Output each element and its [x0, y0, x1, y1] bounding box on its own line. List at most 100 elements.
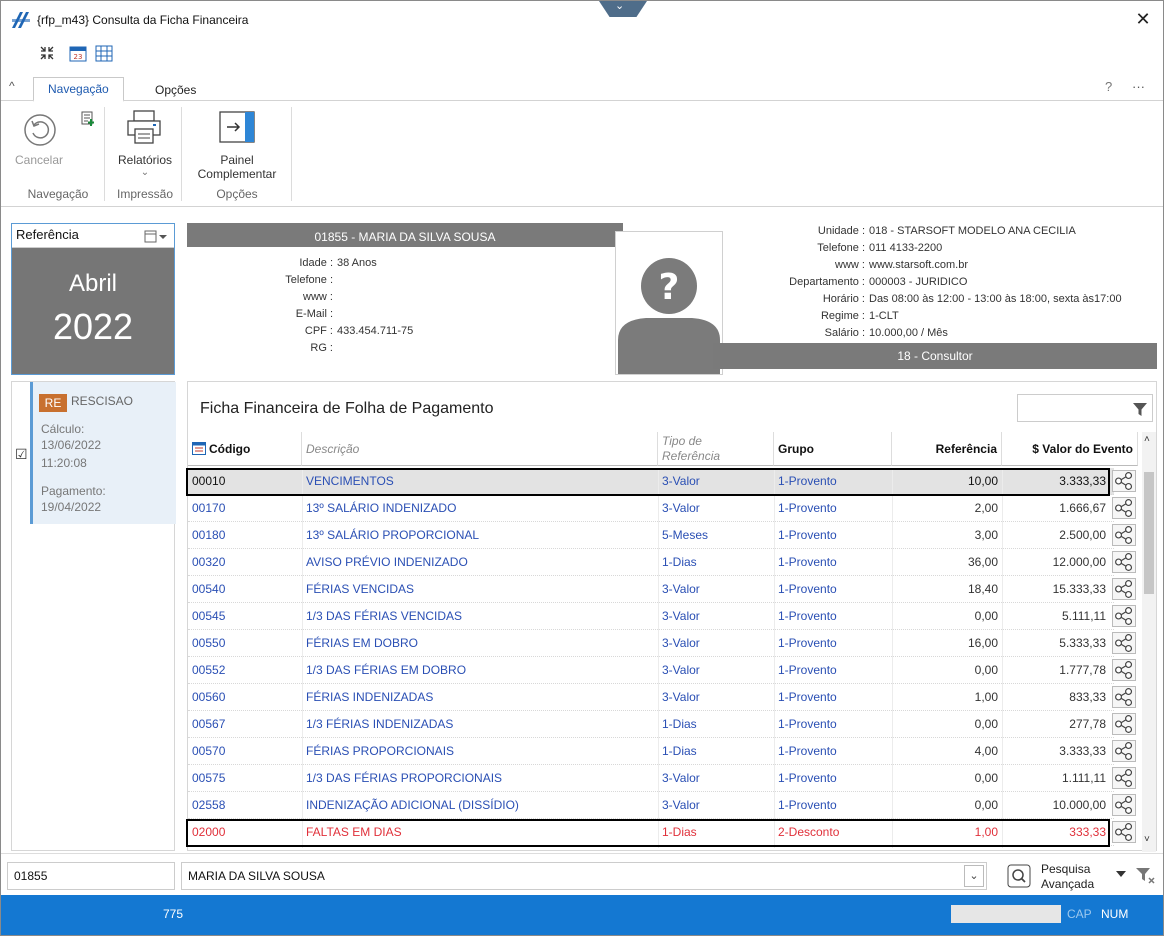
- label-email: E-Mail :: [295, 308, 333, 320]
- reference-label: Referência: [16, 227, 79, 242]
- cell-tipo-referencia: 3-Valor: [662, 798, 700, 812]
- label-idade: Idade :: [299, 257, 333, 269]
- ribbon-minimize-icon[interactable]: ^: [9, 79, 15, 93]
- cell-referencia: 18,40: [967, 582, 998, 596]
- title-bar: {rfp_m43} Consulta da Ficha Financeira ⌄…: [1, 1, 1163, 39]
- label-rg: RG :: [310, 342, 333, 354]
- table-row[interactable]: 00540 FÉRIAS VENCIDAS 3-Valor 1-Provento 18,…: [188, 576, 1136, 603]
- table-row[interactable]: 00180 13º SALÁRIO PROPORCIONAL 5-Meses 1-Pr…: [188, 522, 1136, 549]
- share-icon[interactable]: [1112, 713, 1136, 735]
- share-icon[interactable]: [1112, 632, 1136, 654]
- share-icon[interactable]: [1112, 659, 1136, 681]
- caret-down-icon[interactable]: [1115, 868, 1127, 880]
- advanced-search-button[interactable]: Pesquisa Avançada: [1007, 860, 1107, 892]
- group-label-navegacao: Navegação: [27, 187, 89, 201]
- cancel-button[interactable]: Cancelar: [11, 153, 67, 167]
- calculation-checkbox[interactable]: ☑: [15, 446, 28, 463]
- tab-navegacao[interactable]: Navegação: [33, 77, 124, 102]
- undo-circle-icon[interactable]: [23, 113, 57, 147]
- header-tipo-line1: Tipo de: [662, 434, 702, 448]
- header-referencia[interactable]: Referência: [892, 432, 1002, 466]
- scroll-down-icon[interactable]: ˅: [1144, 834, 1150, 845]
- cell-descricao: INDENIZAÇÃO ADICIONAL (DISSÍDIO): [306, 798, 519, 812]
- cell-valor-evento: 277,78: [1069, 717, 1106, 731]
- column-divider: [1002, 468, 1003, 848]
- calendar-grid-icon[interactable]: [95, 45, 113, 62]
- dropdown-calendar-icon[interactable]: [144, 230, 168, 243]
- reports-button[interactable]: Relatórios: [111, 153, 179, 167]
- table-row[interactable]: 00550 FÉRIAS EM DOBRO 3-Valor 1-Provento 16,…: [188, 630, 1136, 657]
- cell-descricao: AVISO PRÉVIO INDENIZADO: [306, 555, 468, 569]
- add-document-icon[interactable]: [79, 109, 97, 127]
- table-row[interactable]: 00560 FÉRIAS INDENIZADAS 3-Valor 1-Provento…: [188, 684, 1136, 711]
- share-icon[interactable]: [1112, 794, 1136, 816]
- table-row[interactable]: 00570 FÉRIAS PROPORCIONAIS 1-Dias 1-Provent…: [188, 738, 1136, 765]
- cell-tipo-referencia: 3-Valor: [662, 609, 700, 623]
- calculation-item[interactable]: RE RESCISAO Cálculo: 13/06/2022 11:20:08…: [30, 382, 176, 524]
- table-row[interactable]: 00545 1/3 DAS FÉRIAS VENCIDAS 3-Valor 1-Pro…: [188, 603, 1136, 630]
- column-divider: [892, 468, 893, 848]
- company-info-value: 10.000,00 / Mês: [869, 327, 948, 339]
- share-icon[interactable]: [1112, 605, 1136, 627]
- employee-photo[interactable]: ?: [615, 231, 723, 375]
- table-row[interactable]: 00575 1/3 DAS FÉRIAS PROPORCIONAIS 3-Valor…: [188, 765, 1136, 792]
- filter-clear-icon[interactable]: [1135, 866, 1155, 884]
- tab-opcoes[interactable]: Opções: [141, 79, 210, 101]
- employee-code-input[interactable]: 01855: [7, 862, 175, 890]
- printer-icon[interactable]: [126, 109, 162, 145]
- table-row[interactable]: 02558 INDENIZAÇÃO ADICIONAL (DISSÍDIO) 3-V…: [188, 792, 1136, 819]
- more-options-icon[interactable]: ···: [1132, 79, 1145, 94]
- header-tipo-referencia[interactable]: Tipo de Referência: [658, 432, 774, 466]
- share-icon[interactable]: [1112, 578, 1136, 600]
- grid-scrollbar[interactable]: ˄ ˅: [1142, 432, 1156, 852]
- cell-codigo: 00540: [192, 582, 226, 596]
- table-row[interactable]: 00552 1/3 DAS FÉRIAS EM DOBRO 3-Valor 1-Pro…: [188, 657, 1136, 684]
- chevron-down-icon[interactable]: ⌄: [964, 865, 984, 887]
- share-icon[interactable]: [1112, 524, 1136, 546]
- reports-dropdown-icon[interactable]: ⌄: [111, 167, 179, 178]
- close-button[interactable]: ✕: [1131, 7, 1155, 31]
- share-icon[interactable]: [1112, 740, 1136, 762]
- header-valor-evento[interactable]: $ Valor do Evento: [1002, 432, 1138, 466]
- table-row[interactable]: 00320 AVISO PRÉVIO INDENIZADO 1-Dias 1-Prov…: [188, 549, 1136, 576]
- header-codigo[interactable]: Código: [188, 432, 302, 466]
- grid-rows: 00010 VENCIMENTOS 3-Valor 1-Provento 10,00 3.…: [188, 468, 1140, 852]
- grid-filter-input[interactable]: [1017, 394, 1153, 422]
- svg-text:?: ?: [659, 267, 680, 308]
- scrollbar-thumb[interactable]: [1144, 472, 1154, 594]
- cell-valor-evento: 5.333,33: [1059, 636, 1106, 650]
- table-row[interactable]: 00170 13º SALÁRIO INDENIZADO 3-Valor 1-Prov…: [188, 495, 1136, 522]
- label-cpf: CPF :: [304, 325, 333, 337]
- header-descricao[interactable]: Descrição: [302, 432, 658, 466]
- scroll-up-icon[interactable]: ˄: [1144, 434, 1150, 445]
- company-info-value: www.starsoft.com.br: [869, 259, 969, 271]
- grid-title: Ficha Financeira de Folha de Pagamento: [200, 400, 494, 417]
- side-panel-icon[interactable]: [219, 111, 255, 143]
- cell-tipo-referencia: 3-Valor: [662, 501, 700, 515]
- table-row[interactable]: 00567 1/3 FÉRIAS INDENIZADAS 1-Dias 1-Prove…: [188, 711, 1136, 738]
- cell-tipo-referencia: 5-Meses: [662, 528, 709, 542]
- collapse-arrows-icon[interactable]: [39, 45, 55, 61]
- painel-complementar-button[interactable]: Painel Complementar: [187, 153, 287, 181]
- ribbon-separator: [104, 107, 105, 201]
- employee-name-input[interactable]: MARIA DA SILVA SOUSA ⌄: [181, 862, 987, 890]
- calendar-icon[interactable]: 23: [69, 45, 87, 62]
- header-grupo[interactable]: Grupo: [774, 432, 892, 466]
- company-info-label: Unidade :: [817, 225, 865, 237]
- panel-label-line1: Painel: [220, 153, 254, 167]
- app-logo-icon: [11, 11, 31, 29]
- pay-label: Pagamento:: [41, 484, 106, 498]
- share-icon[interactable]: [1112, 551, 1136, 573]
- help-icon[interactable]: ?: [1105, 79, 1112, 94]
- share-icon[interactable]: [1112, 470, 1136, 492]
- cell-grupo: 1-Provento: [778, 555, 837, 569]
- share-icon[interactable]: [1112, 767, 1136, 789]
- cell-grupo: 1-Provento: [778, 663, 837, 677]
- cell-descricao: 1/3 DAS FÉRIAS EM DOBRO: [306, 663, 467, 677]
- filter-icon[interactable]: [1132, 401, 1148, 417]
- share-icon[interactable]: [1112, 497, 1136, 519]
- share-icon[interactable]: [1112, 821, 1136, 843]
- company-info-label: Departamento :: [789, 276, 865, 288]
- share-icon[interactable]: [1112, 686, 1136, 708]
- reference-selector[interactable]: Referência: [12, 224, 174, 248]
